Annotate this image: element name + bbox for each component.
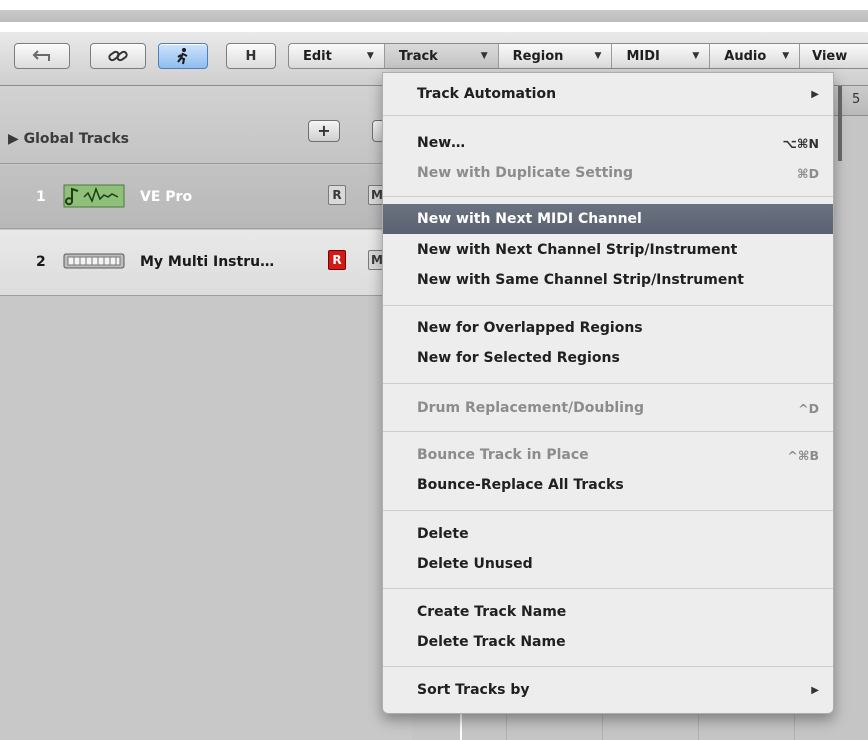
menu-item-label: Bounce-Replace All Tracks xyxy=(417,477,624,493)
menu-item-sort-tracks-by[interactable]: Sort Tracks by ▶ xyxy=(383,675,833,705)
menu-item-label: Bounce Track in Place xyxy=(417,447,589,463)
menu-region[interactable]: Region ▼ xyxy=(499,44,613,68)
menu-item-label: Track Automation xyxy=(417,86,557,102)
hide-button[interactable]: H xyxy=(226,43,276,69)
menu-item-shortcut: ^D xyxy=(798,400,819,416)
menu-track-label: Track xyxy=(398,48,438,64)
track-name: My Multi Instru… xyxy=(140,254,275,270)
menu-item-label: Create Track Name xyxy=(417,604,567,620)
menu-item-label: Delete Unused xyxy=(417,556,533,572)
menu-item-new-duplicate-setting: New with Duplicate Setting ⌘D xyxy=(383,158,833,188)
menu-item-new-next-midi-channel[interactable]: New with Next MIDI Channel xyxy=(383,204,833,234)
menu-item-drum-replacement: Drum Replacement/Doubling ^D xyxy=(383,393,833,423)
menu-separator xyxy=(383,196,833,197)
menu-separator xyxy=(383,305,833,306)
menu-item-label: Sort Tracks by xyxy=(417,682,530,698)
menu-separator xyxy=(383,588,833,589)
track-list: ▶ Global Tracks + 1 VE Pro R M 2 My Mult… xyxy=(0,86,412,740)
chevron-down-icon: ▼ xyxy=(692,51,700,61)
chevron-down-icon: ▼ xyxy=(366,51,374,61)
menu-midi-label: MIDI xyxy=(626,48,660,64)
menu-item-label: New with Same Channel Strip/Instrument xyxy=(417,272,744,288)
menu-audio[interactable]: Audio ▼ xyxy=(710,44,801,68)
chevron-down-icon: ▼ xyxy=(594,51,602,61)
menu-item-create-track-name[interactable]: Create Track Name xyxy=(383,597,833,627)
menu-item-label: Delete xyxy=(417,526,469,542)
catch-button[interactable] xyxy=(158,43,208,69)
menu-item-label: New for Overlapped Regions xyxy=(417,320,643,336)
ruler-bar-number: 5 xyxy=(852,92,861,107)
window-top-strip xyxy=(0,0,868,32)
menu-item-label: New with Next Channel Strip/Instrument xyxy=(417,242,738,258)
menu-edit-label: Edit xyxy=(303,48,332,64)
track-menu-dropdown: Track Automation ▶ New… ⌥⌘N New with Dup… xyxy=(382,72,834,714)
track-name: VE Pro xyxy=(140,189,193,205)
menu-item-delete-track-name[interactable]: Delete Track Name xyxy=(383,627,833,657)
menu-item-shortcut: ⌘D xyxy=(797,165,819,181)
menu-item-track-automation[interactable]: Track Automation ▶ xyxy=(383,79,833,109)
menu-item-new-overlapped-regions[interactable]: New for Overlapped Regions xyxy=(383,313,833,343)
chevron-down-icon: ▼ xyxy=(782,51,790,61)
hide-button-label: H xyxy=(245,48,257,64)
menu-item-bounce-in-place: Bounce Track in Place ^⌘B xyxy=(383,440,833,470)
track-row[interactable]: 2 My Multi Instru… R M xyxy=(0,230,412,296)
back-button[interactable] xyxy=(14,43,70,69)
add-track-button[interactable]: + xyxy=(308,120,340,142)
menu-separator xyxy=(383,431,833,432)
audio-track-icon xyxy=(63,184,125,208)
menu-item-label: New for Selected Regions xyxy=(417,350,620,366)
record-enable-button[interactable]: R xyxy=(328,185,346,205)
menu-region-label: Region xyxy=(512,48,564,64)
menu-item-label: New with Duplicate Setting xyxy=(417,165,634,181)
menu-item-shortcut: ⌥⌘N xyxy=(782,135,819,151)
back-arrow-icon xyxy=(32,50,50,61)
menu-item-label: Delete Track Name xyxy=(417,634,566,650)
menu-separator xyxy=(383,666,833,667)
track-number: 2 xyxy=(36,254,46,270)
link-icon xyxy=(108,50,128,62)
menu-item-label: New… xyxy=(417,135,466,151)
chevron-down-icon: ▼ xyxy=(480,51,488,61)
global-tracks-label: ▶ Global Tracks xyxy=(8,131,129,147)
menu-separator xyxy=(383,510,833,511)
menu-separator xyxy=(383,115,833,116)
record-enable-button[interactable]: R xyxy=(328,250,346,270)
menu-item-new-selected-regions[interactable]: New for Selected Regions xyxy=(383,343,833,373)
menu-item-new-next-channel-strip[interactable]: New with Next Channel Strip/Instrument xyxy=(383,235,833,265)
playhead-marker xyxy=(838,86,842,161)
menu-item-new-same-channel-strip[interactable]: New with Same Channel Strip/Instrument xyxy=(383,265,833,295)
menu-item-label: New with Next MIDI Channel xyxy=(417,211,642,227)
global-tracks-row[interactable]: ▶ Global Tracks + xyxy=(0,86,412,164)
menu-item-delete[interactable]: Delete xyxy=(383,519,833,549)
menu-audio-label: Audio xyxy=(724,48,767,64)
track-number: 1 xyxy=(36,189,46,205)
menu-edit[interactable]: Edit ▼ xyxy=(289,44,385,68)
menu-view-label: View xyxy=(812,48,848,64)
link-button[interactable] xyxy=(90,43,146,69)
menu-item-bounce-replace-all[interactable]: Bounce-Replace All Tracks xyxy=(383,470,833,500)
local-menu-bar: Edit ▼ Track ▼ Region ▼ MIDI ▼ Audio ▼ V… xyxy=(288,43,868,69)
menu-item-label: Drum Replacement/Doubling xyxy=(417,400,644,416)
menu-midi[interactable]: MIDI ▼ xyxy=(612,44,711,68)
menu-item-new[interactable]: New… ⌥⌘N xyxy=(383,128,833,158)
running-man-icon xyxy=(177,48,188,65)
keyboard-icon xyxy=(63,253,125,269)
menu-track[interactable]: Track ▼ xyxy=(384,44,499,68)
menu-item-shortcut: ^⌘B xyxy=(787,447,819,463)
track-row[interactable]: 1 VE Pro R M xyxy=(0,165,412,229)
submenu-arrow-icon: ▶ xyxy=(811,88,819,100)
menu-item-delete-unused[interactable]: Delete Unused xyxy=(383,549,833,579)
submenu-arrow-icon: ▶ xyxy=(811,684,819,696)
menu-separator xyxy=(383,383,833,384)
menu-view[interactable]: View xyxy=(800,44,868,68)
